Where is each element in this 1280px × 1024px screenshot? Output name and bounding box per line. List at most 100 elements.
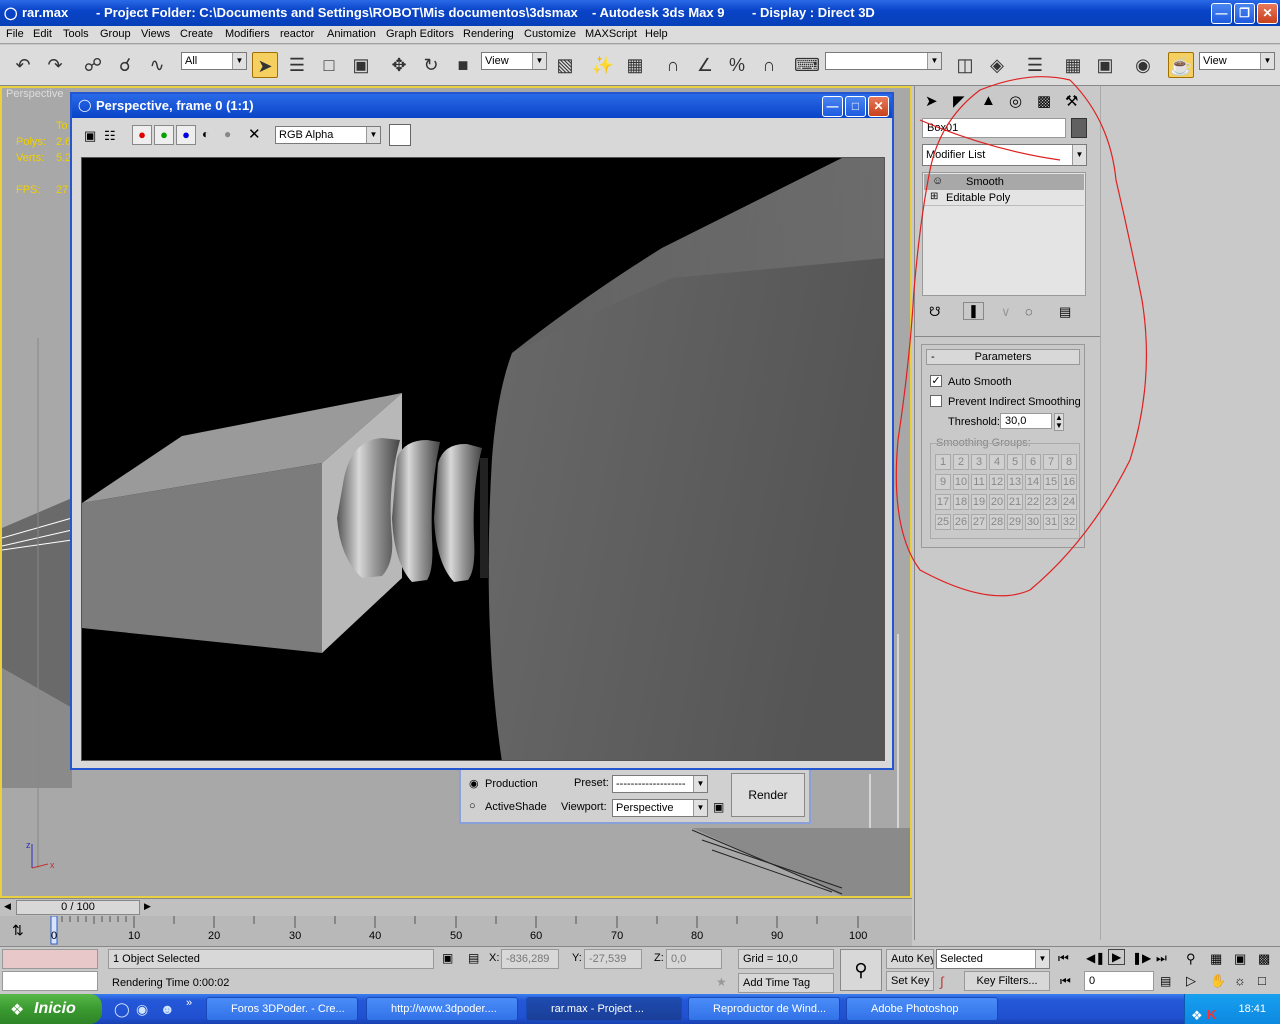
angle-snap-icon[interactable]: ∠ xyxy=(692,52,718,78)
key-mode-dropdown[interactable]: Selected ▼ xyxy=(936,949,1050,969)
menu-create[interactable]: Create xyxy=(180,28,213,40)
color-swatch[interactable] xyxy=(389,124,411,146)
close-button[interactable]: ✕ xyxy=(1257,3,1278,24)
render-button[interactable]: Render xyxy=(731,773,805,817)
time-slider[interactable]: ◀ 0 / 100 ▶ xyxy=(0,898,912,916)
region-select-icon[interactable]: □ xyxy=(316,52,342,78)
menu-rendering[interactable]: Rendering xyxy=(463,28,514,40)
spinner-snap-icon[interactable]: ∩ xyxy=(756,52,782,78)
zoom-extents-icon[interactable]: ▣ xyxy=(1234,951,1246,967)
selection-filter-dropdown[interactable]: All ▼ xyxy=(181,52,247,70)
track-bar[interactable]: ⇅ 0 10 20 30 40 50 60 70 80 90 100 xyxy=(0,916,912,946)
save-image-icon[interactable]: ▣ xyxy=(84,128,96,144)
time-config-icon[interactable]: ▤ xyxy=(1160,974,1171,988)
add-time-tag[interactable]: Add Time Tag xyxy=(738,973,834,993)
pivot-center-icon[interactable]: ▧ xyxy=(552,52,578,78)
go-to-start-icon[interactable]: ⏮ xyxy=(1058,951,1069,966)
menu-group[interactable]: Group xyxy=(100,28,131,40)
menu-graph-editors[interactable]: Graph Editors xyxy=(386,28,454,40)
lock-icon[interactable]: ▣ xyxy=(713,800,724,814)
task-adobe-photoshop[interactable]: Adobe Photoshop xyxy=(846,997,998,1021)
prev-key-icon[interactable]: ◀❚ xyxy=(1086,951,1105,965)
pan-icon[interactable]: ✋ xyxy=(1210,973,1226,989)
task-3dpoder-browser[interactable]: http://www.3dpoder.... xyxy=(366,997,518,1021)
time-slider-thumb[interactable]: 0 / 100 xyxy=(16,900,140,915)
render-viewport-dropdown[interactable]: Perspective ▼ xyxy=(612,799,708,817)
auto-key-button[interactable]: Auto Key xyxy=(886,949,934,969)
menu-file[interactable]: File xyxy=(6,28,24,40)
field-of-view-icon[interactable]: ▷ xyxy=(1186,973,1196,989)
render-view-dropdown[interactable]: View ▼ xyxy=(1199,52,1275,70)
messenger-quicklaunch-icon[interactable]: ☻ xyxy=(160,1001,175,1017)
move-icon[interactable]: ✥ xyxy=(386,52,412,78)
ie-quicklaunch-icon[interactable]: ◯ xyxy=(114,1001,130,1018)
bind-spacewarp-icon[interactable]: ∿ xyxy=(144,52,170,78)
channel-dropdown[interactable]: RGB Alpha ▼ xyxy=(275,126,381,144)
y-coordinate-field[interactable]: -27,539 xyxy=(584,949,642,969)
menu-customize[interactable]: Customize xyxy=(524,28,576,40)
render-minimize-button[interactable]: — xyxy=(822,96,843,117)
time-tag-icon[interactable]: ★ xyxy=(716,975,727,989)
menu-help[interactable]: Help xyxy=(645,28,668,40)
quicklaunch-more-icon[interactable]: » xyxy=(186,997,192,1009)
select-by-name-icon[interactable]: ☰ xyxy=(284,52,310,78)
scale-icon[interactable]: ■ xyxy=(450,52,476,78)
task-foros-3dpoder[interactable]: Foros 3DPoder. - Cre... xyxy=(206,997,358,1021)
green-channel-toggle[interactable]: ● xyxy=(154,125,174,145)
link-icon[interactable]: ☍ xyxy=(80,52,106,78)
set-key-icon[interactable]: ⚲ xyxy=(840,949,882,991)
maxscript-listener-pink[interactable] xyxy=(2,949,98,969)
zoom-all-icon[interactable]: ▦ xyxy=(1210,951,1222,967)
zoom-extents-all-icon[interactable]: ▩ xyxy=(1258,951,1270,967)
clear-icon[interactable]: ✕ xyxy=(248,125,261,143)
arc-rotate-icon[interactable]: ☼ xyxy=(1234,973,1246,988)
key-filters-button[interactable]: Key Filters... xyxy=(964,971,1050,991)
render-maximize-button[interactable]: □ xyxy=(845,96,866,117)
play-icon[interactable]: ▶ xyxy=(1108,949,1126,965)
rotate-icon[interactable]: ↻ xyxy=(418,52,444,78)
set-key-button[interactable]: Set Key xyxy=(886,971,934,991)
redo-icon[interactable]: ↷ xyxy=(42,52,68,78)
selection-lock-icon[interactable]: ▣ xyxy=(442,951,453,965)
edit-named-selection-icon[interactable]: ⌨ xyxy=(794,52,820,78)
blue-channel-toggle[interactable]: ● xyxy=(176,125,196,145)
production-radio[interactable]: ◉ xyxy=(469,777,479,790)
snap-toggle-icon[interactable]: ∩ xyxy=(660,52,686,78)
menu-modifiers[interactable]: Modifiers xyxy=(225,28,270,40)
menu-edit[interactable]: Edit xyxy=(33,28,52,40)
menu-maxscript[interactable]: MAXScript xyxy=(585,28,637,40)
key-mode-toggle-icon[interactable]: ⏮ xyxy=(1060,974,1071,989)
keyboard-shortcut-icon[interactable]: ▦ xyxy=(622,52,648,78)
media-quicklaunch-icon[interactable]: ◉ xyxy=(136,1001,148,1018)
undo-icon[interactable]: ↶ xyxy=(10,52,36,78)
percent-snap-icon[interactable]: % xyxy=(724,52,750,78)
window-crossing-icon[interactable]: ▣ xyxy=(348,52,374,78)
select-object-icon[interactable]: ➤ xyxy=(252,52,278,78)
manipulate-icon[interactable]: ✨ xyxy=(590,52,616,78)
reference-coord-dropdown[interactable]: View ▼ xyxy=(481,52,547,70)
prev-frame-arrow-icon[interactable]: ◀ xyxy=(4,901,11,912)
menu-tools[interactable]: Tools xyxy=(63,28,89,40)
network-tray-icon[interactable]: ❖ xyxy=(1191,1001,1203,1024)
task-3dsmax[interactable]: rar.max - Project ... xyxy=(526,997,682,1021)
render-scene-icon[interactable]: ☕ xyxy=(1168,52,1194,78)
z-coordinate-field[interactable]: 0,0 xyxy=(666,949,722,969)
minimize-button[interactable]: — xyxy=(1211,3,1232,24)
alpha-channel-icon[interactable]: ◐ xyxy=(202,127,209,141)
x-coordinate-field[interactable]: -836,289 xyxy=(501,949,559,969)
menu-animation[interactable]: Animation xyxy=(327,28,376,40)
monochrome-icon[interactable]: ● xyxy=(224,127,231,141)
default-tangent-icon[interactable]: ∫ xyxy=(940,974,944,989)
task-windows-media-player[interactable]: Reproductor de Wind... xyxy=(688,997,840,1021)
current-frame-field[interactable]: 0 xyxy=(1084,971,1154,991)
go-to-end-icon[interactable]: ⏭ xyxy=(1156,951,1167,966)
menu-views[interactable]: Views xyxy=(141,28,170,40)
viewport-label[interactable]: Perspective xyxy=(6,88,63,100)
maximize-viewport-icon[interactable]: □ xyxy=(1258,973,1266,988)
restore-button[interactable]: ❐ xyxy=(1234,3,1255,24)
zoom-icon[interactable]: ⚲ xyxy=(1186,951,1196,967)
activeshade-radio[interactable]: ○ xyxy=(469,800,476,812)
antivirus-tray-icon[interactable]: K xyxy=(1207,1000,1216,1024)
next-frame-arrow-icon[interactable]: ▶ xyxy=(144,901,151,912)
preset-dropdown[interactable]: ------------------- ▼ xyxy=(612,775,708,793)
